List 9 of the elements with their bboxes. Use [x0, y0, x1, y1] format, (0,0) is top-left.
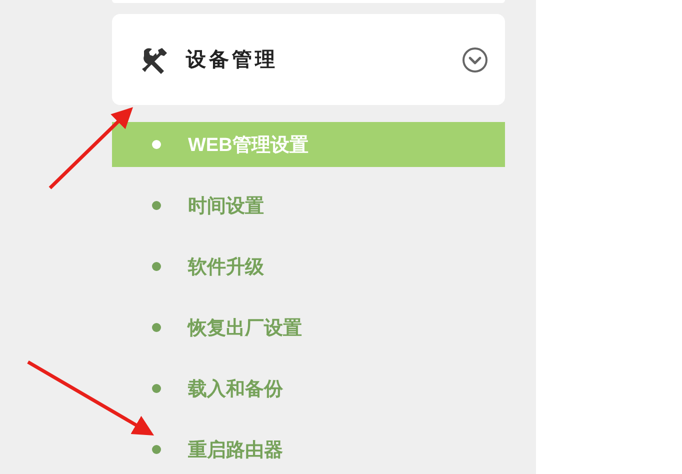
menu-header[interactable]: 设备管理	[112, 14, 505, 105]
menu-item[interactable]: 恢复出厂设置	[112, 305, 505, 350]
menu-item[interactable]: 重启路由器	[112, 427, 505, 472]
menu-item[interactable]: 软件升级	[112, 244, 505, 289]
menu-item[interactable]: 时间设置	[112, 183, 505, 228]
menu-title: 设备管理	[186, 48, 279, 73]
menu-item[interactable]: WEB管理设置	[112, 122, 505, 167]
chevron-icon[interactable]	[461, 46, 489, 74]
menu-item[interactable]: 载入和备份	[112, 366, 505, 411]
